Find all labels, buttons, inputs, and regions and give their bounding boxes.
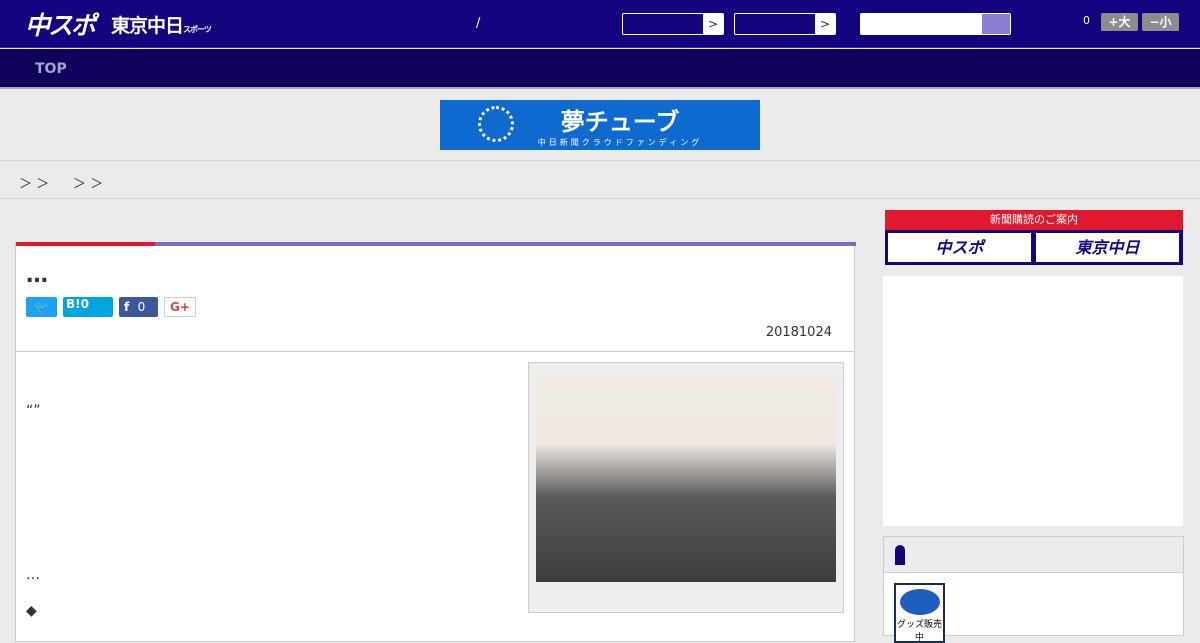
breadcrumb: ＞ ＞ ＞ ＞ [0,160,1200,199]
main-nav: TOP [0,49,1200,89]
twitter-icon: 🐦 [34,300,49,314]
logo-text: 東京中日 [111,15,184,37]
article-diamond: ◆ [26,603,37,619]
nav-top[interactable]: TOP [35,61,67,77]
chuspo-logo[interactable]: 中スポ [25,6,96,42]
article-ellipsis: … [26,567,40,583]
ad-slot [883,276,1183,526]
google-plus-button[interactable]: G+ [164,297,196,317]
count-value: 0 [1083,14,1090,27]
ribbon-icon [895,545,905,565]
article-quote: “” [26,403,41,419]
box-header [884,537,1183,573]
facebook-share-button[interactable]: f 0 [119,297,158,317]
photo-image [536,370,836,582]
subscribe-chuspo-button[interactable]: 中スポ [888,233,1031,262]
select-1[interactable]: > [622,13,724,35]
goods-banner[interactable]: グッズ販売中 [894,583,945,643]
chevron-right-icon: > [815,14,835,34]
subscribe-tokyo-button[interactable]: 東京中日 [1036,233,1179,262]
dots-circle-icon [478,106,514,142]
search-input[interactable] [860,13,1011,35]
facebook-count: 0 [137,300,146,314]
article-title: … [26,263,48,288]
subscription-header: 新聞購読のご案内 [885,210,1183,230]
article-photo[interactable] [528,362,844,613]
subscription-banner: 新聞購読のご案内 中スポ 東京中日 [885,210,1183,265]
font-large-button[interactable]: +大 [1101,13,1138,31]
article-date: 20181024 [765,325,832,340]
breadcrumb-sep: ＞ ＞ [19,177,50,192]
yume-tube-banner[interactable]: 夢チューブ 中日新聞クラウドファンディング [440,100,760,150]
goods-label: グッズ販売中 [896,620,942,643]
hatena-bookmark-button[interactable]: B!0 [63,297,113,317]
search-button[interactable] [982,14,1010,34]
sidebar-box: グッズ販売中 [883,536,1184,643]
article-topbar [16,242,856,246]
select-2[interactable]: > [734,13,836,35]
header-slash: / [476,16,481,31]
chevron-right-icon: > [703,14,723,34]
mascot-image [899,589,940,615]
tokyo-chunichi-logo[interactable]: 東京中日スポーツ [111,11,212,38]
divider [16,351,854,352]
twitter-share-button[interactable]: 🐦 [26,297,57,317]
facebook-icon: f [124,300,130,314]
site-header: 中スポ 東京中日スポーツ / > > 0 +大 −小 [0,0,1200,48]
breadcrumb-sep: ＞ ＞ [73,177,104,192]
logo-sub: スポーツ [183,25,212,34]
article: … 🐦 B!0 f 0 G+ 20181024 “” … ◆ [15,242,856,642]
font-small-button[interactable]: −小 [1142,13,1179,31]
